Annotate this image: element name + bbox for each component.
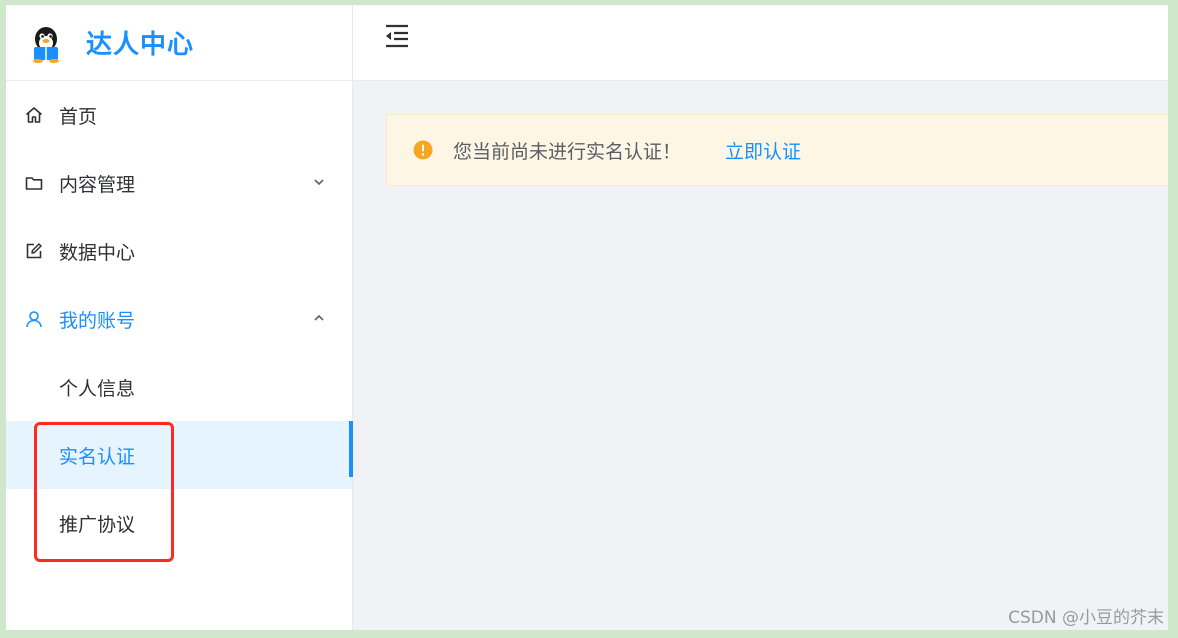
verify-now-link[interactable]: 立即认证	[725, 137, 801, 164]
verification-alert: 您当前尚未进行实名认证！ 立即认证	[386, 114, 1168, 186]
submenu-item-verification[interactable]: 实名认证	[6, 421, 353, 489]
home-icon	[25, 107, 43, 123]
edit-icon	[26, 243, 42, 259]
submenu-item-agreement[interactable]: 推广协议	[6, 489, 352, 557]
chevron-up-icon	[314, 314, 324, 321]
watermark: CSDN @小豆的芥末	[1008, 608, 1164, 628]
sidebar-item-label: 首页	[59, 105, 98, 128]
alert-message: 您当前尚未进行实名认证！	[453, 140, 682, 163]
sidebar-menu: 首页 内容管理 数据中心 我的账号 个人信息 实名认证 推广协议	[6, 81, 353, 557]
submenu-item-label: 个人信息	[59, 377, 136, 400]
sidebar-item-content[interactable]: 内容管理	[6, 149, 352, 217]
sidebar-item-label: 数据中心	[59, 241, 136, 264]
user-icon	[26, 311, 42, 328]
submenu-item-label: 推广协议	[59, 513, 136, 536]
sidebar-item-data[interactable]: 数据中心	[6, 217, 352, 285]
warning-icon	[413, 140, 433, 160]
brand[interactable]: 达人中心	[6, 5, 352, 81]
sidebar: 达人中心 首页 内容管理 数据中心 我的账号 个人信息 实名认证 推广协议	[6, 5, 353, 630]
submenu-item-label: 实名认证	[59, 445, 136, 468]
sidebar-item-home[interactable]: 首页	[6, 81, 352, 149]
qq-penguin-icon	[33, 26, 59, 63]
folder-icon	[25, 177, 43, 190]
chevron-down-icon	[314, 179, 324, 186]
sidebar-item-label: 我的账号	[59, 309, 136, 332]
menu-fold-icon[interactable]	[383, 23, 411, 49]
sidebar-item-label: 内容管理	[59, 173, 136, 196]
app-window: 达人中心 首页 内容管理 数据中心 我的账号 个人信息 实名认证 推广协议 您当…	[6, 5, 1168, 630]
submenu-item-profile[interactable]: 个人信息	[6, 353, 352, 421]
brand-title: 达人中心	[86, 30, 195, 60]
sidebar-item-account[interactable]: 我的账号	[6, 285, 352, 353]
top-header	[353, 5, 1168, 81]
